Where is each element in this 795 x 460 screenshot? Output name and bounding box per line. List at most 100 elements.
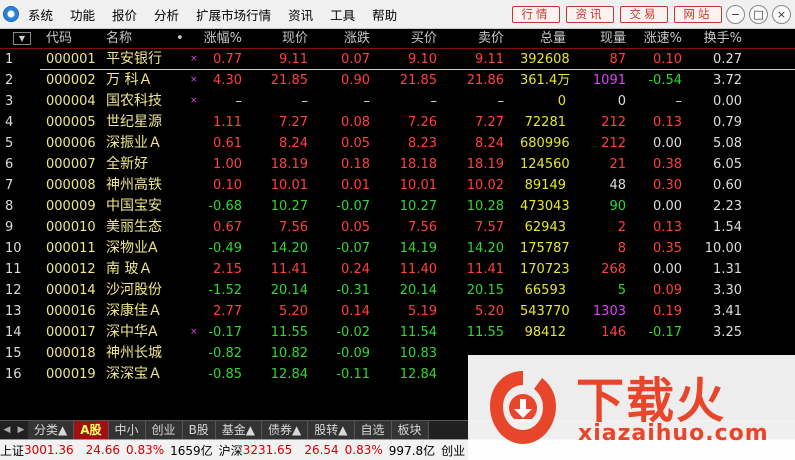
- header-price[interactable]: 现价: [262, 29, 308, 48]
- menu-item-7[interactable]: 帮助: [372, 5, 397, 24]
- table-row[interactable]: 5 000006 深振业Ａ 0.61 8.24 0.05 8.23 8.24 680996 212…: [0, 133, 795, 154]
- tab-2[interactable]: 中小: [108, 421, 146, 440]
- header-bid[interactable]: 买价: [391, 29, 437, 48]
- table-row[interactable]: 7 000008 神州高铁 0.10 10.01 0.01 10.01 10.02 89149 4…: [0, 175, 795, 196]
- cell-ask: 21.86: [466, 73, 504, 88]
- table-row[interactable]: 2 000002 万 科Ａ × 4.30 21.85 0.90 21.85 21.86 361.4…: [0, 70, 795, 91]
- tab-scroll-right-icon[interactable]: ▶: [14, 421, 28, 440]
- hs-index-label[interactable]: 沪深: [219, 442, 243, 459]
- cell-change-pct: -0.49: [208, 241, 242, 256]
- header-code[interactable]: 代码: [46, 29, 72, 48]
- header-ask[interactable]: 卖价: [458, 29, 504, 48]
- stock-code: 000014: [46, 283, 96, 298]
- cell-bid: 10.83: [399, 346, 437, 361]
- row-index: 14: [5, 325, 22, 340]
- sh-index-label[interactable]: 上证: [0, 442, 24, 459]
- top-button-1[interactable]: 资讯: [566, 6, 614, 23]
- maximize-icon[interactable]: □: [749, 5, 768, 24]
- stock-code: 000016: [46, 304, 96, 319]
- sh-index-value: 3001.36: [24, 443, 74, 457]
- stock-code: 000006: [46, 136, 96, 151]
- cell-volume: 361.4万: [520, 73, 571, 88]
- cell-volume: 89149: [524, 178, 566, 193]
- cell-cur-vol: 1303: [592, 304, 626, 319]
- cell-change-pct: 0.61: [213, 136, 242, 151]
- menu-item-0[interactable]: 系统: [28, 5, 53, 24]
- header-speed[interactable]: 涨速%: [630, 29, 682, 48]
- cell-speed: 0.00: [653, 136, 682, 151]
- cell-change-pct: 2.77: [213, 304, 242, 319]
- header-change-pct[interactable]: 涨幅%: [190, 29, 242, 48]
- cy-index-label[interactable]: 创业: [441, 442, 465, 459]
- table-row[interactable]: 9 000010 美丽生态 0.67 7.56 0.05 7.56 7.57 62943 2 0.1…: [0, 217, 795, 238]
- menu-item-3[interactable]: 分析: [154, 5, 179, 24]
- cell-ask: 18.19: [466, 157, 504, 172]
- app-logo-icon[interactable]: [3, 6, 19, 22]
- table-row[interactable]: 12 000014 沙河股份 -1.52 20.14 -0.31 20.14 20.15 665…: [0, 280, 795, 301]
- tab-4[interactable]: B股: [182, 421, 216, 440]
- main-menu: 系统 功能 报价 分析 扩展市场行情 资讯 工具 帮助: [28, 0, 414, 29]
- menu-item-6[interactable]: 工具: [330, 5, 355, 24]
- table-row[interactable]: 4 000005 世纪星源 1.11 7.27 0.08 7.26 7.27 72281 212 0…: [0, 112, 795, 133]
- tab-0[interactable]: 分类▲: [28, 421, 75, 440]
- cell-speed: -0.54: [648, 73, 682, 88]
- tab-scroll-left-icon[interactable]: ◀: [0, 421, 14, 440]
- cell-speed: 0.13: [653, 220, 682, 235]
- header-name[interactable]: 名称: [106, 29, 132, 48]
- cell-cur-vol: 1091: [592, 73, 626, 88]
- header-cur-vol[interactable]: 现量: [580, 29, 626, 48]
- cell-ask: 11.41: [466, 262, 504, 277]
- table-row[interactable]: 10 000011 深物业A -0.49 14.20 -0.07 14.19 14.20 175…: [0, 238, 795, 259]
- tab-7[interactable]: 股转▲: [308, 421, 355, 440]
- cell-change-pct: 2.15: [213, 262, 242, 277]
- menu-item-2[interactable]: 报价: [112, 5, 137, 24]
- table-row[interactable]: 13 000016 深康佳Ａ 2.77 5.20 0.14 5.19 5.20 543770 13…: [0, 301, 795, 322]
- cell-turnover: 6.05: [713, 157, 742, 172]
- row-index: 12: [5, 283, 22, 298]
- tab-8[interactable]: 自选: [354, 421, 392, 440]
- cell-bid: 8.23: [408, 136, 437, 151]
- table-row[interactable]: 14 000017 深中华A × -0.17 11.55 -0.02 11.54 11.55 98…: [0, 322, 795, 343]
- sort-dropdown-icon[interactable]: ▼: [13, 32, 31, 45]
- cell-price: 5.20: [279, 304, 308, 319]
- cell-cur-vol: 5: [617, 283, 626, 298]
- cell-ask: 7.27: [475, 115, 504, 130]
- close-icon[interactable]: ×: [772, 5, 791, 24]
- header-volume[interactable]: 总量: [520, 29, 566, 48]
- table-row[interactable]: 8 000009 中国宝安 -0.68 10.27 -0.07 10.27 10.28 4730…: [0, 196, 795, 217]
- cell-change: 0.07: [341, 52, 370, 67]
- cell-volume: 680996: [520, 136, 570, 151]
- stock-name: 神州长城: [106, 345, 162, 361]
- header-turnover[interactable]: 换手%: [690, 29, 742, 48]
- tab-5[interactable]: 基金▲: [215, 421, 263, 440]
- menu-item-5[interactable]: 资讯: [288, 5, 313, 24]
- tab-3[interactable]: 创业: [145, 421, 183, 440]
- cell-speed: 0.00: [653, 199, 682, 214]
- table-row[interactable]: 3 000004 国农科技 × – – – – –0 0–0.00: [0, 91, 795, 112]
- tab-9[interactable]: 板块: [391, 421, 429, 440]
- cell-change: -0.07: [336, 199, 370, 214]
- menu-item-4[interactable]: 扩展市场行情: [196, 5, 271, 24]
- stock-code: 000004: [46, 94, 96, 109]
- top-button-0[interactable]: 行情: [512, 6, 560, 23]
- top-button-group: 行情 资讯 交易 网站: [512, 6, 728, 23]
- top-button-3[interactable]: 网站: [674, 6, 722, 23]
- top-button-2[interactable]: 交易: [620, 6, 668, 23]
- stock-name: 神州高铁: [106, 177, 162, 193]
- hs-index-change: 26.54: [304, 443, 339, 457]
- cell-cur-vol: 268: [601, 262, 626, 277]
- minimize-icon[interactable]: −: [726, 5, 745, 24]
- tab-1[interactable]: A股: [74, 421, 109, 440]
- header-change[interactable]: 涨跌: [324, 29, 370, 48]
- cell-bid: 5.19: [408, 304, 437, 319]
- cell-bid: 20.14: [399, 283, 437, 298]
- cell-bid: 12.84: [399, 367, 437, 382]
- tab-6[interactable]: 债券▲: [262, 421, 309, 440]
- menu-item-1[interactable]: 功能: [70, 5, 95, 24]
- table-row[interactable]: 11 000012 南 玻Ａ 2.15 11.41 0.24 11.40 11.41 17072…: [0, 259, 795, 280]
- table-row[interactable]: 1 000001 平安银行 × 0.77 9.11 0.07 9.10 9.11 392608 87…: [0, 49, 795, 70]
- cell-volume: 170723: [520, 262, 570, 277]
- row-index: 11: [5, 262, 22, 277]
- table-row[interactable]: 6 000007 全新好 1.00 18.19 0.18 18.18 18.19 124560 2…: [0, 154, 795, 175]
- cell-change-pct: -0.85: [208, 367, 242, 382]
